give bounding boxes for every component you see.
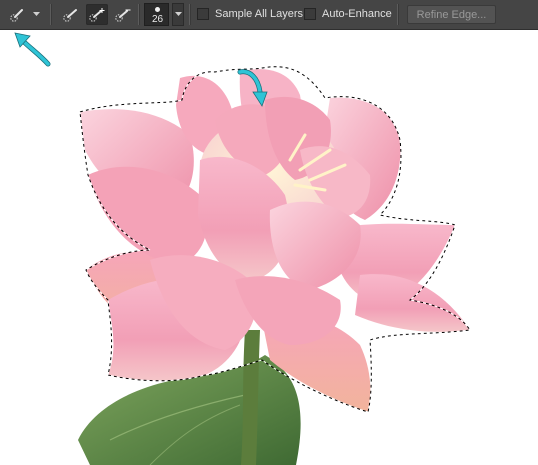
tool-preset-picker[interactable] — [6, 4, 28, 25]
curved-arrow-icon — [237, 69, 268, 107]
sample-all-layers-checkbox[interactable] — [197, 8, 209, 20]
options-bar: 26 Sample All Layers Auto-Enhance Refine… — [0, 0, 538, 30]
brush-tip-icon — [155, 7, 160, 12]
quick-selection-add-icon — [89, 7, 105, 22]
document-canvas[interactable] — [0, 30, 538, 465]
auto-enhance-checkbox[interactable] — [304, 8, 316, 20]
auto-enhance-label[interactable]: Auto-Enhance — [322, 8, 392, 20]
curved-arrow-icon — [14, 32, 51, 67]
add-to-selection-button[interactable] — [86, 4, 108, 25]
quick-selection-icon — [10, 8, 23, 22]
quick-selection-subtract-icon — [115, 9, 131, 22]
brush-size-value: 26 — [151, 14, 164, 25]
sample-all-layers-label[interactable]: Sample All Layers — [215, 8, 303, 20]
brush-size-dropdown[interactable] — [172, 3, 184, 26]
chevron-down-icon[interactable] — [31, 0, 41, 29]
chevron-down-icon — [174, 12, 182, 16]
refine-edge-button[interactable]: Refine Edge... — [407, 5, 496, 24]
quick-selection-new-icon — [63, 8, 77, 22]
annotation-overlay — [14, 32, 268, 107]
brush-size-picker[interactable]: 26 — [144, 3, 169, 26]
subtract-from-selection-button[interactable] — [112, 4, 134, 25]
new-selection-button[interactable] — [60, 4, 82, 25]
